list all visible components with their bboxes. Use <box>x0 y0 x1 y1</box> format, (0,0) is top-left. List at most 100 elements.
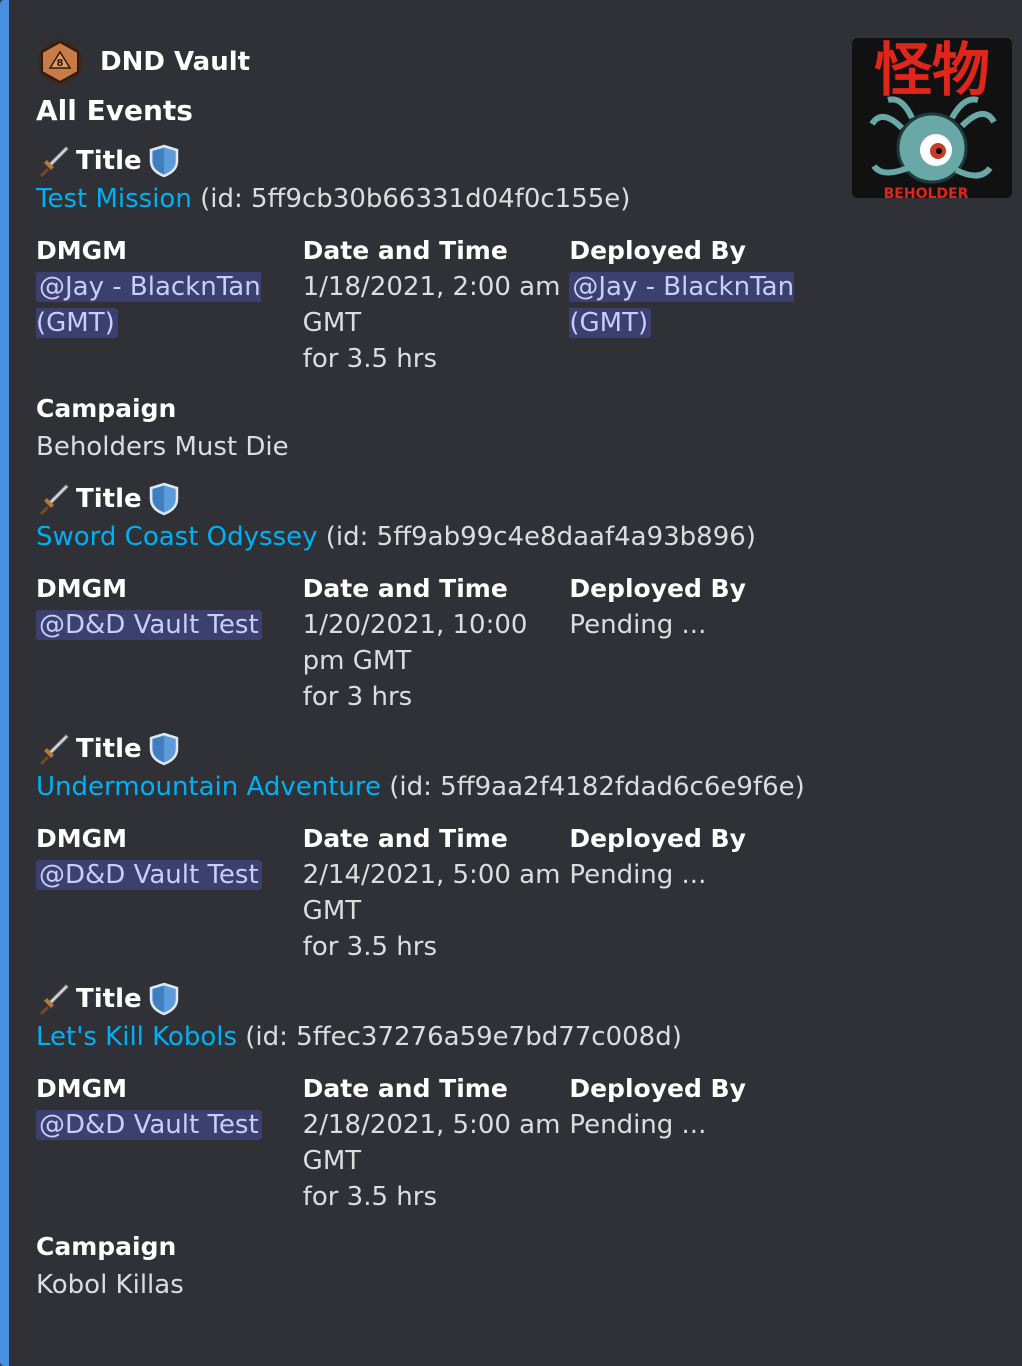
datetime-field: Date and Time 2/14/2021, 5:00 am GMT for 3.… <box>303 821 570 965</box>
dmgm-field: DMGM @Jay - BlacknTan (GMT) <box>36 233 303 377</box>
datetime-line: GMT <box>302 896 362 926</box>
shield-icon <box>149 982 178 1016</box>
event-title-label-row: Title <box>36 729 836 769</box>
dmgm-label: DMGM <box>36 236 128 265</box>
deployed-by-label: Deployed By <box>569 824 746 853</box>
user-mention[interactable]: @Jay - BlacknTan (GMT) <box>36 272 261 338</box>
field-title-label: Title <box>76 484 142 514</box>
user-mention[interactable]: @Jay - BlacknTan (GMT) <box>569 272 795 338</box>
dmgm-label: DMGM <box>36 824 128 853</box>
embed-content: 8 DND Vault All Events Title Test Mission… <box>36 34 836 1317</box>
event-fields-grid: DMGM @D&D Vault Test Date and Time 2/14/202… <box>36 821 836 965</box>
campaign-field: Campaign Kobol Killas <box>36 1229 836 1305</box>
deployed-by-field: Deployed By Pending ... <box>569 1071 836 1215</box>
datetime-line: 1/18/2021, 2:00 am <box>302 272 561 302</box>
user-mention[interactable]: @D&D Vault Test <box>36 860 262 890</box>
datetime-line: 1/20/2021, 10:00 <box>302 610 528 640</box>
datetime-line: 2/18/2021, 5:00 am <box>302 1110 561 1140</box>
deployed-by-field: Deployed By Pending ... <box>569 821 836 965</box>
event-name-line: Let's Kill Kobols (id: 5ffec37276a59e7bd… <box>36 1019 836 1055</box>
event-fields-grid: DMGM @Jay - BlacknTan (GMT) Date and Time 1… <box>36 233 836 377</box>
datetime-line: 2/14/2021, 5:00 am <box>302 860 561 890</box>
datetime-line: for 3.5 hrs <box>302 344 438 374</box>
field-title-label: Title <box>76 734 142 764</box>
event-name-line: Undermountain Adventure (id: 5ff9aa2f418… <box>36 769 836 805</box>
dagger-icon <box>40 734 69 765</box>
dmgm-field: DMGM @D&D Vault Test <box>36 821 303 965</box>
events-list: Title Test Mission (id: 5ff9cb30b66331d04… <box>36 141 836 1305</box>
event-section: Title Let's Kill Kobols (id: 5ffec37276a5… <box>36 979 836 1305</box>
event-section: Title Test Mission (id: 5ff9cb30b66331d04… <box>36 141 836 467</box>
event-id-text: (id: 5ffec37276a59e7bd77c008d) <box>245 1022 682 1052</box>
campaign-field: Campaign Beholders Must Die <box>36 391 836 467</box>
event-title-label-row: Title <box>36 141 836 181</box>
event-section: Title Sword Coast Odyssey (id: 5ff9ab99c4… <box>36 479 836 715</box>
shield-icon <box>149 144 178 178</box>
field-title-label: Title <box>76 984 142 1014</box>
event-name-link[interactable]: Test Mission <box>36 184 192 214</box>
event-fields-grid: DMGM @D&D Vault Test Date and Time 2/18/202… <box>36 1071 836 1215</box>
embed-title: All Events <box>36 94 193 127</box>
event-title-label-row: Title <box>36 979 836 1019</box>
event-section: Title Undermountain Adventure (id: 5ff9aa… <box>36 729 836 965</box>
campaign-label: Campaign <box>36 1232 177 1261</box>
embed-author: 8 DND Vault <box>36 34 836 90</box>
event-id-text: (id: 5ff9cb30b66331d04f0c155e) <box>200 184 631 214</box>
datetime-field: Date and Time 1/18/2021, 2:00 am GMT for 3.… <box>303 233 570 377</box>
deployed-by-value: Pending ... <box>569 860 707 890</box>
deployed-by-field: Deployed By Pending ... <box>569 571 836 715</box>
datetime-line: pm GMT <box>302 646 412 676</box>
shield-icon <box>149 732 178 766</box>
campaign-value: Kobol Killas <box>36 1270 184 1300</box>
field-title-label: Title <box>76 146 142 176</box>
datetime-label: Date and Time <box>302 574 508 603</box>
dagger-icon <box>40 984 69 1015</box>
event-name-link[interactable]: Sword Coast Odyssey <box>36 522 318 552</box>
user-mention[interactable]: @D&D Vault Test <box>36 1110 262 1140</box>
datetime-line: GMT <box>302 308 362 338</box>
beholder-thumbnail-image[interactable]: 怪物 BEHOLDER <box>852 38 1012 198</box>
embed-card: 怪物 BEHOLDER 8 DND Vault All Events Title… <box>0 0 1022 1366</box>
event-id-text: (id: 5ff9aa2f4182fdad6c6e9f6e) <box>389 772 805 802</box>
deployed-by-label: Deployed By <box>569 1074 746 1103</box>
deployed-by-value: Pending ... <box>569 610 707 640</box>
thumbnail-caption: BEHOLDER <box>884 186 969 198</box>
dmgm-value: @D&D Vault Test <box>36 607 303 643</box>
datetime-line: for 3.5 hrs <box>302 932 438 962</box>
dmgm-field: DMGM @D&D Vault Test <box>36 571 303 715</box>
author-name[interactable]: DND Vault <box>100 47 250 77</box>
svg-text:8: 8 <box>57 58 64 69</box>
dmgm-value: @Jay - BlacknTan (GMT) <box>36 269 303 341</box>
datetime-field: Date and Time 1/20/2021, 10:00 pm GMT for 3… <box>303 571 570 715</box>
datetime-label: Date and Time <box>302 236 508 265</box>
deployed-by-label: Deployed By <box>569 236 746 265</box>
event-title-label-row: Title <box>36 479 836 519</box>
deployed-by-value: @Jay - BlacknTan (GMT) <box>569 269 836 341</box>
event-fields-grid: DMGM @D&D Vault Test Date and Time 1/20/202… <box>36 571 836 715</box>
event-name-line: Test Mission (id: 5ff9cb30b66331d04f0c15… <box>36 181 836 217</box>
campaign-value: Beholders Must Die <box>36 432 289 462</box>
d20-dice-icon: 8 <box>37 39 83 85</box>
dmgm-label: DMGM <box>36 1074 128 1103</box>
datetime-line: for 3.5 hrs <box>302 1182 438 1212</box>
event-name-link[interactable]: Undermountain Adventure <box>36 772 381 802</box>
deployed-by-field: Deployed By @Jay - BlacknTan (GMT) <box>569 233 836 377</box>
deployed-by-label: Deployed By <box>569 574 746 603</box>
dmgm-label: DMGM <box>36 574 128 603</box>
datetime-field: Date and Time 2/18/2021, 5:00 am GMT for 3.… <box>303 1071 570 1215</box>
dmgm-field: DMGM @D&D Vault Test <box>36 1071 303 1215</box>
event-id-text: (id: 5ff9ab99c4e8daaf4a93b896) <box>325 522 756 552</box>
deployed-by-value: Pending ... <box>569 1110 707 1140</box>
embed-color-bar <box>0 0 9 1366</box>
dagger-icon <box>40 146 69 177</box>
dmgm-value: @D&D Vault Test <box>36 1107 303 1143</box>
event-name-link[interactable]: Let's Kill Kobols <box>36 1022 237 1052</box>
shield-icon <box>149 482 178 516</box>
user-mention[interactable]: @D&D Vault Test <box>36 610 262 640</box>
event-name-line: Sword Coast Odyssey (id: 5ff9ab99c4e8daa… <box>36 519 836 555</box>
datetime-label: Date and Time <box>302 824 508 853</box>
datetime-label: Date and Time <box>302 1074 508 1103</box>
datetime-line: for 3 hrs <box>302 682 413 712</box>
svg-text:怪物: 怪物 <box>874 38 990 104</box>
dagger-icon <box>40 484 69 515</box>
